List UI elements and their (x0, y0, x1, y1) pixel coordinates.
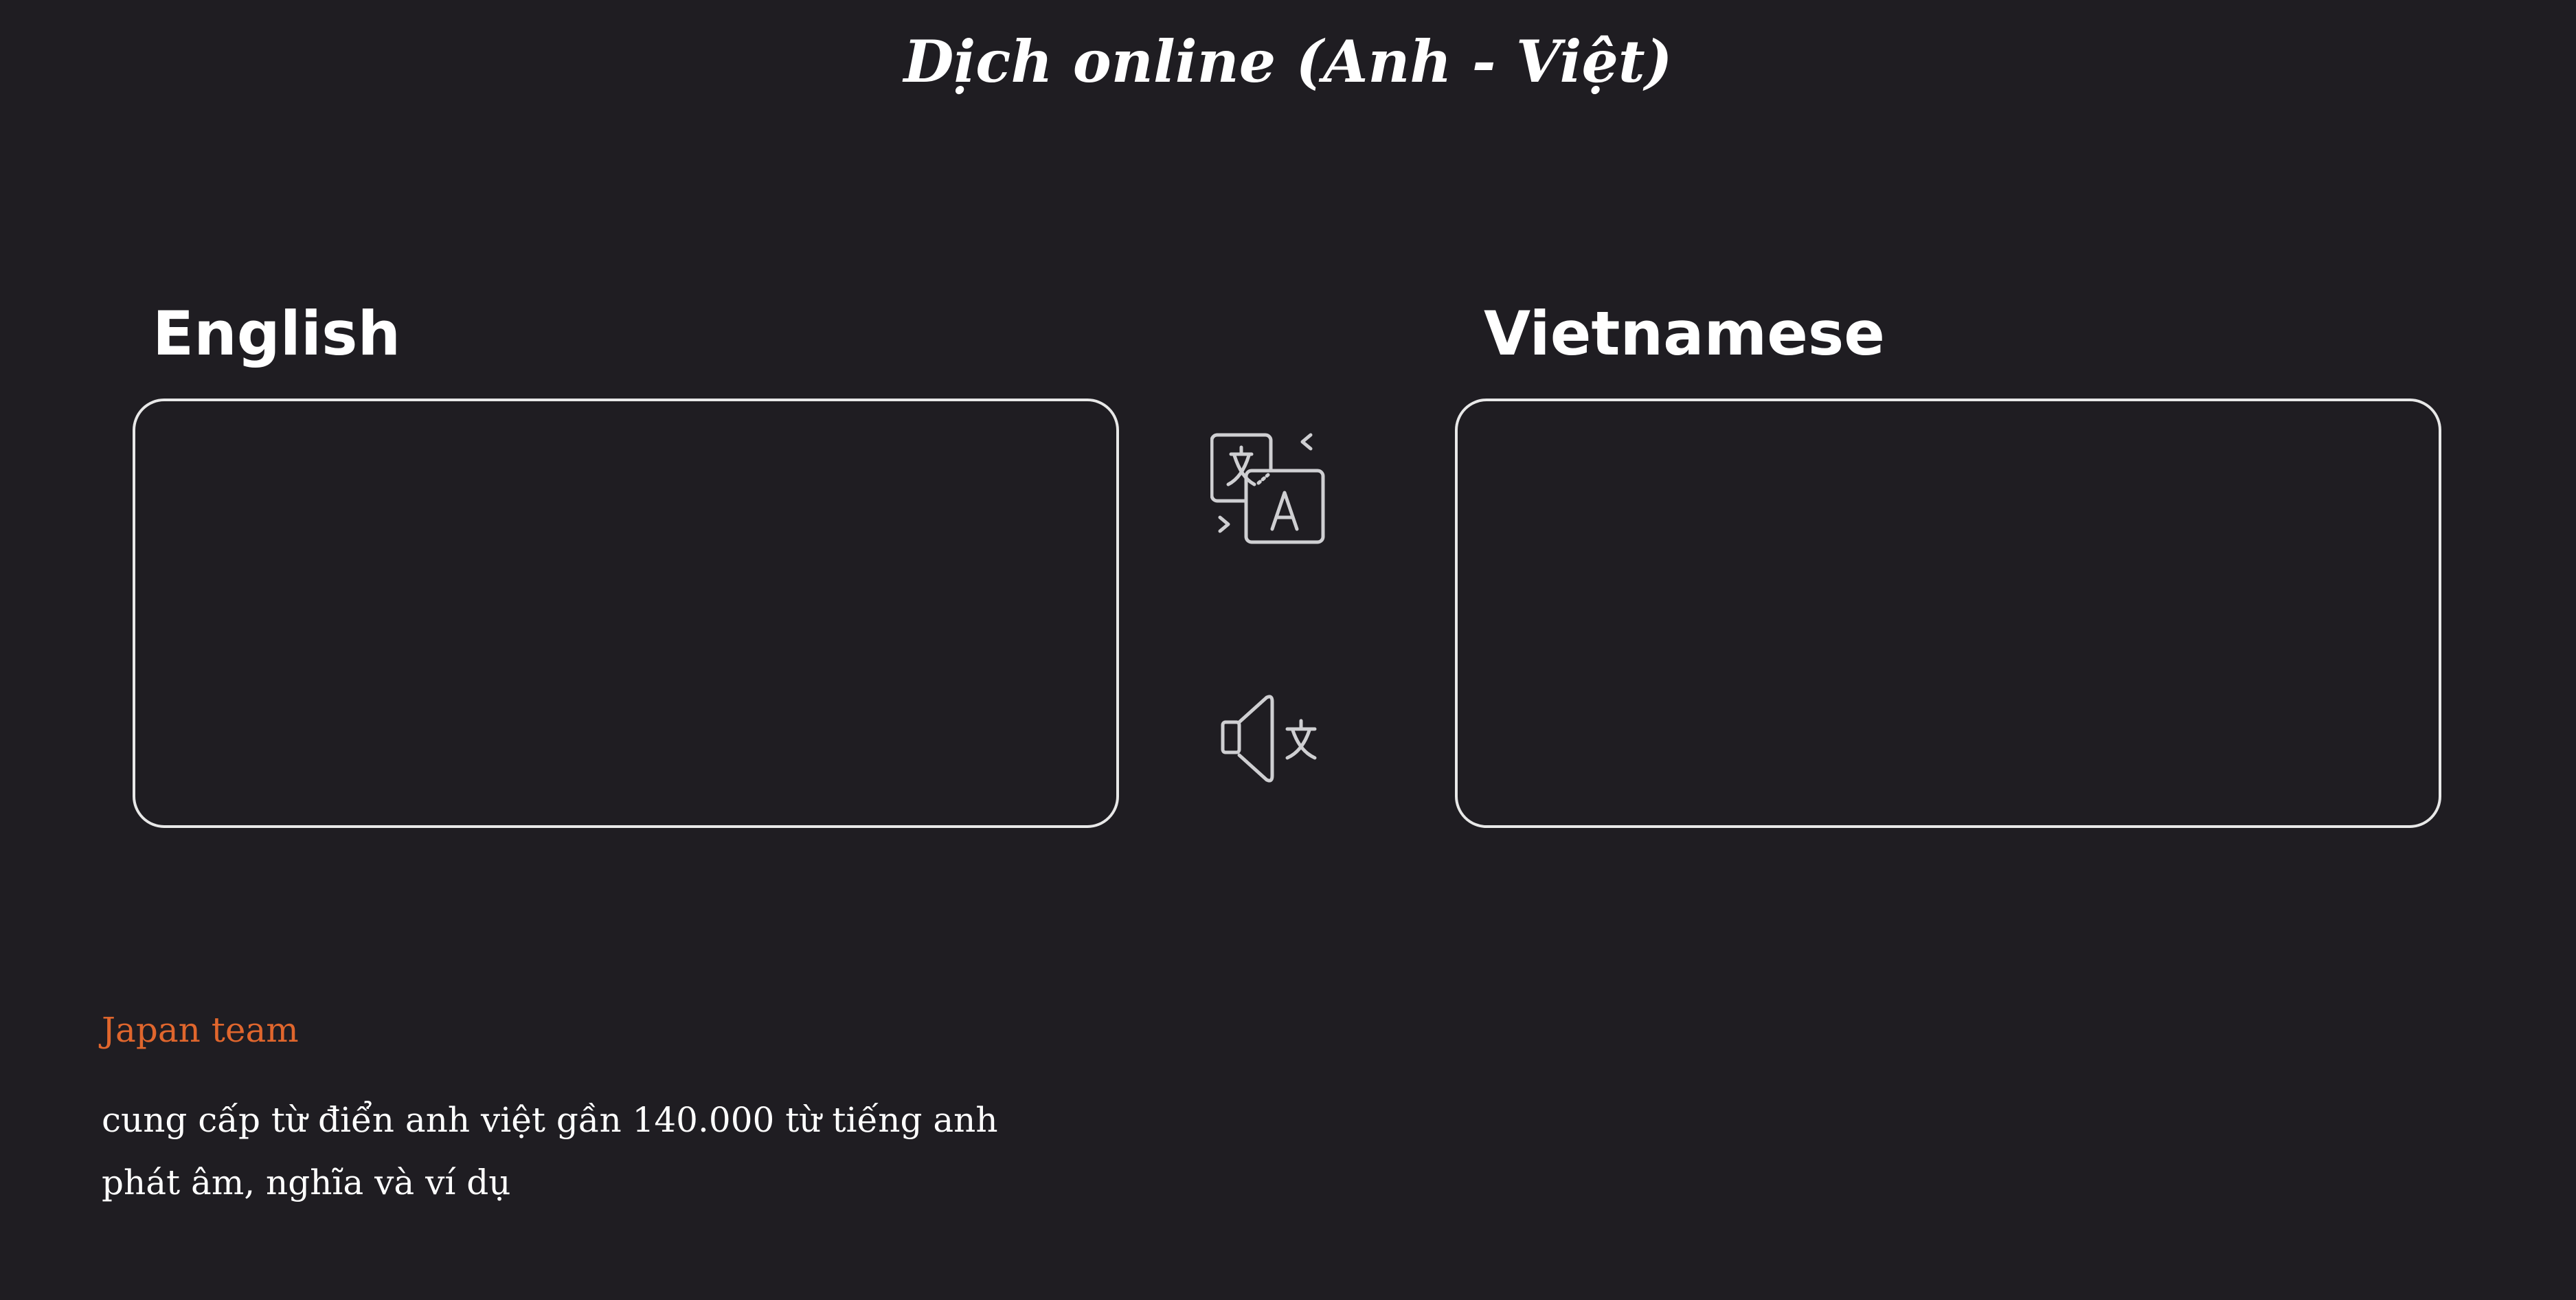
target-language-label: Vietnamese (1484, 298, 1885, 369)
page-title: Dịch online (Anh - Việt) (903, 27, 1673, 96)
description-line: cung cấp từ điển anh việt gần 140.000 từ… (102, 1100, 998, 1140)
description-line: phát âm, nghĩa và ví dụ (102, 1163, 511, 1202)
translate-button[interactable] (1210, 429, 1327, 546)
translator-page: Dịch online (Anh - Việt) English Vietnam… (0, 0, 2576, 1300)
source-language-label: English (152, 298, 401, 369)
translate-icon (1210, 433, 1325, 544)
speak-button[interactable] (1217, 691, 1324, 787)
description: cung cấp từ điển anh việt gần 140.000 từ… (102, 1089, 998, 1214)
text-to-speech-icon (1221, 695, 1317, 783)
brand-name: Japan team (102, 1010, 299, 1050)
target-text-output[interactable] (1455, 399, 2441, 828)
source-text-input[interactable] (133, 399, 1119, 828)
